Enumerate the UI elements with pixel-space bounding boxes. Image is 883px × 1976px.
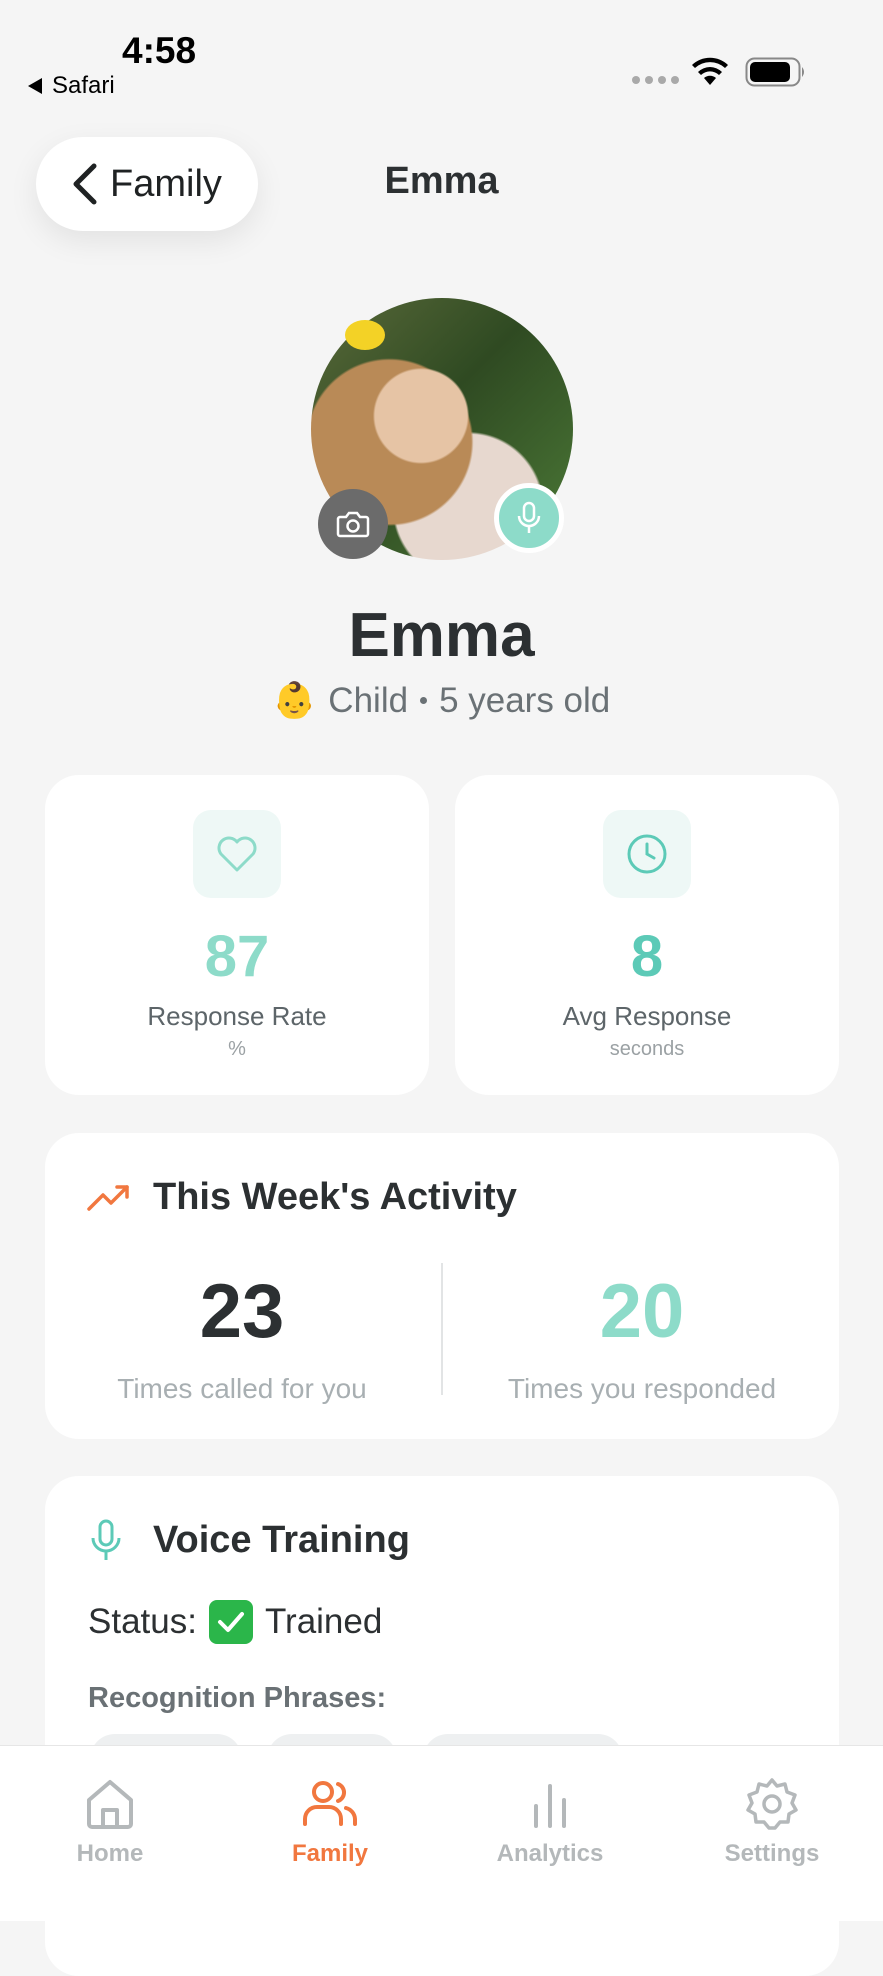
weekly-activity-card: This Week's Activity 23 Times called for…: [45, 1133, 839, 1439]
cellular-signal-icon: [632, 76, 679, 84]
tab-family-label: Family: [291, 1840, 369, 1867]
back-app-label: Safari: [52, 72, 115, 99]
recognition-phrases-label: Recognition Phrases:: [88, 1682, 387, 1714]
profile-role: Child: [328, 680, 409, 720]
times-responded-value: 20: [599, 1269, 685, 1354]
battery-icon: [745, 57, 804, 87]
microphone-icon: [517, 501, 541, 533]
avg-response-value: 8: [630, 924, 664, 989]
status-prefix: Status:: [88, 1602, 197, 1641]
wifi-icon: [692, 57, 728, 85]
activity-title: This Week's Activity: [153, 1176, 517, 1218]
record-voice-button[interactable]: [494, 483, 564, 553]
settings-icon: [746, 1778, 798, 1830]
separator-dot: [420, 697, 428, 704]
times-called-label: Times called for you: [117, 1373, 367, 1404]
tab-settings-label: Settings: [724, 1840, 820, 1867]
tab-home-label: Home: [76, 1840, 144, 1867]
response-rate-card: 87 Response Rate %: [45, 775, 429, 1095]
baby-emoji-icon: 👶: [272, 681, 317, 720]
change-photo-button[interactable]: [318, 489, 388, 559]
voice-training-title: Voice Training: [153, 1519, 410, 1561]
avg-response-label: Avg Response: [562, 1001, 732, 1031]
status-value: Trained: [264, 1602, 383, 1641]
profile-age: 5 years old: [439, 680, 611, 720]
voice-status: Status: Trained: [88, 1600, 382, 1644]
family-icon: [303, 1781, 357, 1826]
response-rate-value: 87: [204, 924, 270, 989]
clock-icon: [603, 810, 691, 898]
status-time: 4:58: [122, 30, 197, 71]
tab-analytics[interactable]: Analytics: [470, 1776, 630, 1868]
page-title: Emma: [384, 160, 499, 202]
back-to-app-link[interactable]: Safari: [28, 72, 115, 100]
trending-up-icon: [87, 1185, 129, 1211]
tab-analytics-label: Analytics: [496, 1840, 604, 1867]
profile-name: Emma: [348, 601, 535, 670]
times-called-value: 23: [199, 1269, 285, 1354]
tab-settings[interactable]: Settings: [692, 1776, 852, 1868]
times-responded-label: Times you responded: [507, 1373, 777, 1404]
back-triangle-icon: [28, 78, 42, 94]
tab-bar: Home Family Analytics Settings: [0, 1745, 883, 1921]
avatar-bow-detail: [345, 320, 385, 350]
avg-response-unit: seconds: [609, 1038, 685, 1060]
response-rate-unit: %: [228, 1038, 246, 1060]
camera-icon: [336, 511, 370, 538]
activity-divider: [441, 1263, 443, 1395]
check-mark-icon: [208, 1600, 253, 1644]
avg-response-card: 8 Avg Response seconds: [455, 775, 839, 1095]
analytics-icon: [534, 1784, 566, 1828]
tab-family[interactable]: Family: [250, 1776, 410, 1868]
response-rate-label: Response Rate: [147, 1001, 327, 1031]
heart-icon: [193, 810, 281, 898]
profile-subtitle: 👶 Child 5 years old: [0, 680, 883, 721]
home-icon: [87, 1780, 133, 1829]
tab-home[interactable]: Home: [30, 1776, 190, 1868]
microphone-icon: [91, 1519, 121, 1560]
